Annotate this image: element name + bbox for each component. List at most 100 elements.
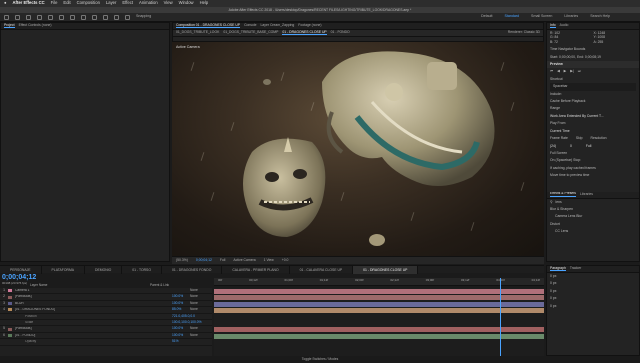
category-blur-sharpen[interactable]: Blur & Sharpen	[547, 206, 639, 213]
effect-camera-lens-blur[interactable]: Camera Lens Blur	[547, 213, 639, 220]
app-menu[interactable]: After Effects CC	[13, 1, 45, 5]
pen-tool-icon[interactable]	[92, 14, 97, 20]
breadcrumb-4[interactable]: 01 - FONDO	[331, 30, 350, 34]
parent-select[interactable]: None	[190, 295, 212, 299]
workspace-default[interactable]: Default	[481, 15, 492, 19]
paragraph-value[interactable]: 0 px	[547, 280, 639, 287]
resolution-select-preview[interactable]: Full	[586, 144, 591, 148]
layer-value[interactable]: 51%	[172, 339, 190, 343]
pan-tool-icon[interactable]	[70, 14, 75, 20]
layer-value[interactable]: 100.0%	[172, 333, 190, 337]
parent-select[interactable]: None	[190, 307, 212, 311]
timeline-timecode[interactable]: 0;00;04;12	[2, 274, 36, 281]
menu-view[interactable]: View	[164, 1, 173, 5]
effects-search[interactable]: ⚲ lens	[547, 199, 639, 206]
puppet-tool-icon[interactable]	[125, 14, 130, 20]
prev-frame-icon[interactable]: ◀	[557, 70, 560, 74]
tab-effects-presets[interactable]: Effects & Presets	[550, 192, 576, 197]
tab-layer[interactable]: Layer Cream_Zapping	[261, 23, 295, 27]
zoom-tool-icon[interactable]	[37, 14, 42, 20]
label-color-swatch[interactable]	[8, 327, 12, 331]
parent-select[interactable]: None	[190, 333, 212, 337]
label-color-swatch[interactable]	[8, 289, 12, 293]
layer-value[interactable]: 100.0%	[172, 301, 190, 305]
cache-before-playback[interactable]: Cache Before Playback	[547, 98, 639, 105]
label-color-swatch[interactable]	[8, 301, 12, 305]
paragraph-value[interactable]: 0 px	[547, 295, 639, 302]
layer-name[interactable]: Position	[15, 315, 85, 318]
layer-value[interactable]: 721.0,405.0,0.0	[172, 314, 195, 318]
time-ruler[interactable]: 00f 00;12f 01;00f 01;12f 02;00f 02;12f 03;00f 0…	[214, 278, 544, 286]
preview-header[interactable]: Preview	[547, 61, 639, 69]
breadcrumb-2[interactable]: 01_DOGS_TRIBUTE_BASE_COMP	[223, 30, 278, 34]
if-caching-checkbox[interactable]: If caching, play cached frames	[547, 165, 639, 172]
layer-name[interactable]: BLUR	[15, 302, 85, 305]
timeline-tab[interactable]: DEMONIO	[85, 265, 123, 274]
play-icon[interactable]: ▶	[564, 70, 567, 74]
menu-help[interactable]: Help	[200, 1, 209, 5]
timeline-tab[interactable]: PERSONAJE	[0, 265, 42, 274]
tab-paragraph[interactable]: Paragraph	[550, 266, 566, 272]
layer-duration-bar[interactable]	[214, 327, 544, 333]
tab-composition[interactable]: Composition 01 - DRAGONES CLOSE UP	[176, 23, 241, 29]
search-help-input[interactable]: Search Help	[590, 15, 610, 19]
current-time-display[interactable]: 0;00;04;12	[196, 258, 212, 262]
layer-value[interactable]: 100.0,100.0,100.0%	[172, 320, 202, 324]
effect-cc-lens[interactable]: CC Lens	[547, 228, 639, 235]
paragraph-value[interactable]: 0 px	[547, 273, 639, 280]
menu-window[interactable]: Window	[179, 1, 194, 5]
timeline-tab[interactable]: 01 - TORSO	[122, 265, 162, 274]
full-screen-checkbox[interactable]: Full Screen	[547, 150, 639, 157]
breadcrumb-1[interactable]: 01_DOGS_TRIBUTE_LOOK	[176, 30, 219, 34]
menu-composition[interactable]: Composition	[77, 1, 100, 5]
skip-select[interactable]: 0	[570, 144, 572, 148]
exposure-value[interactable]: +0.0	[282, 258, 289, 262]
selection-tool-icon[interactable]	[15, 14, 20, 20]
layer-name[interactable]: [01 - DRAGONES FONDO]	[15, 308, 85, 311]
tab-info[interactable]: Info	[550, 23, 556, 29]
label-color-swatch[interactable]	[8, 315, 12, 318]
move-time-checkbox[interactable]: Move time to preview time	[547, 172, 639, 179]
workspace-standard[interactable]: Standard	[504, 15, 519, 19]
tab-tracker[interactable]: Tracker	[570, 266, 581, 270]
tab-footage[interactable]: Footage (none)	[298, 23, 321, 27]
tab-audio[interactable]: Audio	[560, 23, 569, 27]
timeline-tab[interactable]: CALAVERA - PRIMER PLANO	[222, 265, 290, 274]
paragraph-value[interactable]: 0 px	[547, 288, 639, 295]
tab-effect-controls[interactable]: Effect Controls (none)	[19, 23, 52, 27]
label-color-swatch[interactable]	[8, 308, 12, 312]
menu-layer[interactable]: Layer	[106, 1, 116, 5]
workspace-libraries[interactable]: Libraries	[564, 15, 578, 19]
layer-duration-bar[interactable]	[214, 301, 544, 307]
menu-file[interactable]: File	[51, 1, 58, 5]
layer-value[interactable]: 100.0%	[172, 295, 190, 299]
tab-console[interactable]: Console	[244, 23, 256, 27]
label-color-swatch[interactable]	[8, 321, 12, 324]
rotate-tool-icon[interactable]	[48, 14, 53, 20]
layer-duration-bar[interactable]	[214, 295, 544, 301]
view-select[interactable]: Active Camera	[233, 258, 255, 262]
layer-name[interactable]: Scale	[15, 321, 85, 324]
resolution-select[interactable]: Full	[220, 258, 225, 262]
layer-name[interactable]: [Partículas]	[15, 295, 85, 298]
range-select[interactable]: Work Area Extended By Current T...	[547, 113, 639, 120]
tab-libraries[interactable]: Libraries	[580, 192, 593, 196]
workspace-small-screen[interactable]: Small Screen	[531, 15, 552, 19]
camera-tool-icon[interactable]	[59, 14, 64, 20]
label-color-swatch[interactable]	[8, 295, 12, 299]
type-tool-icon[interactable]	[103, 14, 108, 20]
apple-icon[interactable]: ●	[4, 1, 7, 5]
timeline-tab[interactable]: 01 - CALAVERA CLOSE UP	[290, 265, 354, 274]
parent-select[interactable]: None	[190, 327, 212, 331]
layer-row[interactable]: Opacity 51%	[0, 339, 212, 346]
shape-tool-icon[interactable]	[81, 14, 86, 20]
menu-effect[interactable]: Effect	[122, 1, 133, 5]
renderer-label[interactable]: Renderer: Classic 3D	[508, 30, 543, 34]
label-color-swatch[interactable]	[8, 333, 12, 337]
next-frame-icon[interactable]: ▶|	[570, 70, 574, 74]
label-color-swatch[interactable]	[8, 340, 12, 343]
menu-animation[interactable]: Animation	[139, 1, 158, 5]
timeline-tab[interactable]: 01 - DRAGONES CLOSE UP	[353, 265, 419, 274]
home-tool-icon[interactable]	[4, 14, 9, 20]
playhead[interactable]	[500, 278, 501, 356]
